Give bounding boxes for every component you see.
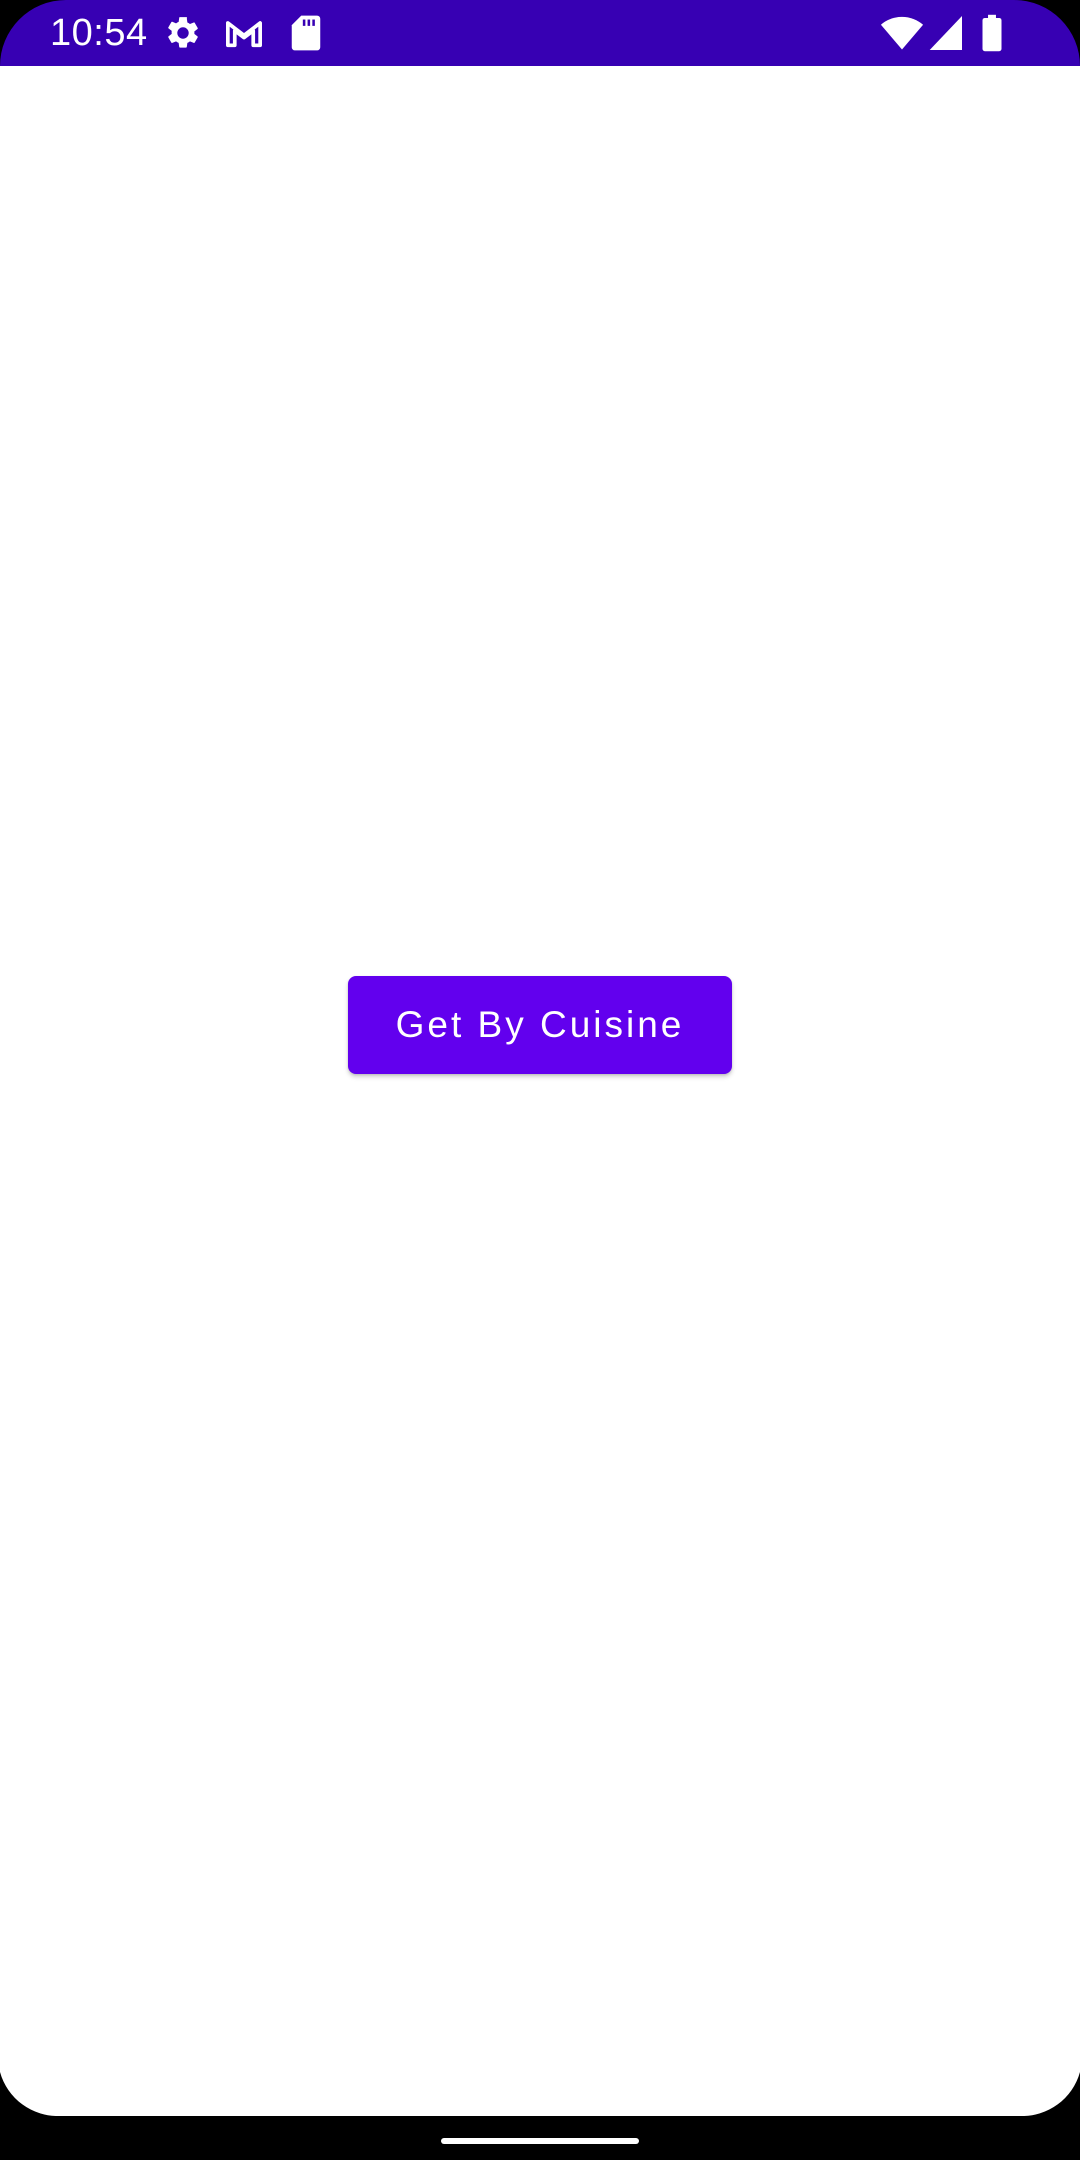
main-content xyxy=(0,66,1080,2116)
home-handle[interactable] xyxy=(441,2138,639,2144)
screen-corner-mask xyxy=(0,2072,1080,2116)
device-screen: 10:54 Get By Cuisine xyxy=(0,0,1080,2160)
status-bar: 10:54 xyxy=(0,0,1080,66)
sd-card-icon xyxy=(290,14,322,52)
wifi-icon xyxy=(880,14,924,52)
battery-icon xyxy=(980,14,1004,52)
status-time: 10:54 xyxy=(50,12,148,54)
signal-icon xyxy=(928,14,962,52)
gear-icon xyxy=(164,14,202,52)
gmail-icon xyxy=(224,14,264,52)
get-by-cuisine-button[interactable]: Get By Cuisine xyxy=(348,976,732,1074)
